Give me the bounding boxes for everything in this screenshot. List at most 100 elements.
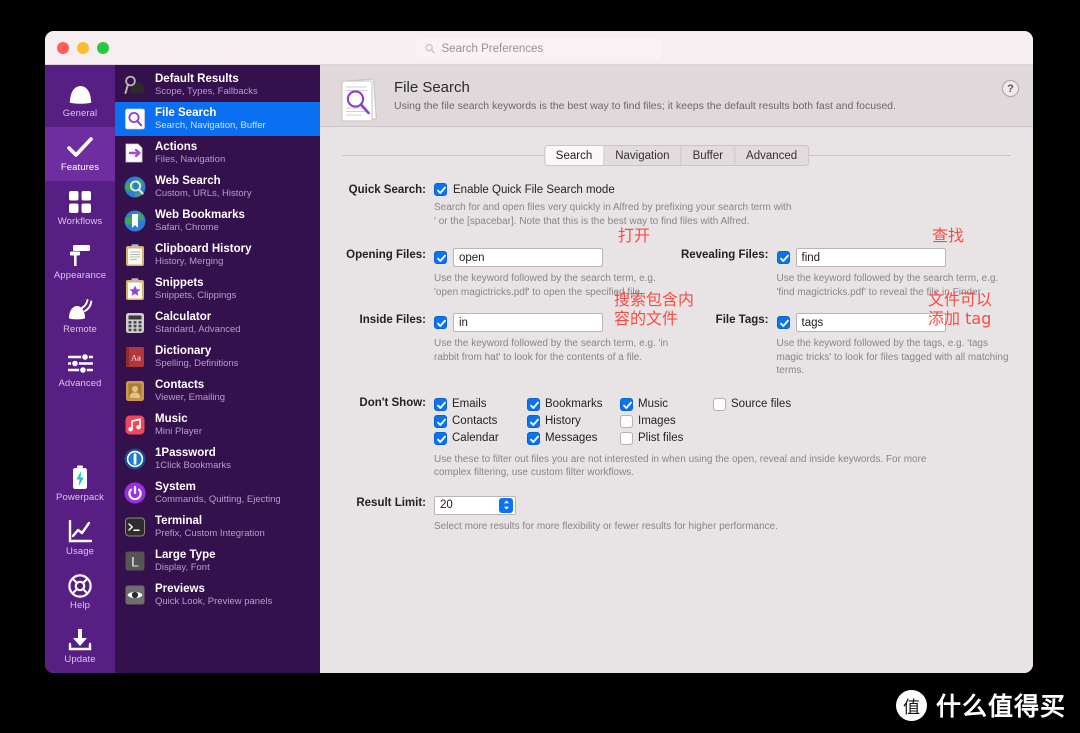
list-item-text: 1Password 1Click Bookmarks xyxy=(155,447,231,470)
list-item-subtitle: Mini Player xyxy=(155,425,202,437)
list-item-text: Large Type Display, Font xyxy=(155,549,216,572)
list-item-title: Calculator xyxy=(155,311,212,324)
preferences-search-field[interactable]: Search Preferences xyxy=(416,38,662,59)
screenshot-root: Search Preferences General Features Work… xyxy=(0,0,1080,733)
list-item-terminal[interactable]: Terminal Prefix, Custom Integration xyxy=(115,510,320,544)
dont-show-source-files-checkbox[interactable] xyxy=(713,397,726,411)
list-item-clipboard-history[interactable]: Clipboard History History, Merging xyxy=(115,238,320,272)
revealing-files-input[interactable]: find xyxy=(795,248,946,267)
lifebuoy-icon xyxy=(68,573,92,598)
stepper-arrows-icon[interactable] xyxy=(499,497,513,513)
list-item-system[interactable]: System Commands, Quitting, Ejecting xyxy=(115,476,320,510)
list-item-dictionary[interactable]: Aa Dictionary Spelling, Definitions xyxy=(115,340,320,374)
rail-item-usage[interactable]: Usage xyxy=(45,511,115,565)
list-item-title: Music xyxy=(155,413,188,426)
dont-show-messages-checkbox[interactable] xyxy=(527,431,540,445)
rail-label-usage: Usage xyxy=(66,546,94,557)
tab-search[interactable]: Search xyxy=(544,146,605,165)
dont-show-plist-files-label: Plist files xyxy=(638,432,684,444)
help-button[interactable]: ? xyxy=(1002,80,1019,97)
list-item-1password[interactable]: 1Password 1Click Bookmarks xyxy=(115,442,320,476)
tab-navigation[interactable]: Navigation xyxy=(604,146,682,165)
list-item-large-type[interactable]: L Large Type Display, Font xyxy=(115,544,320,578)
dont-show-images-checkbox[interactable] xyxy=(620,414,633,428)
tab-advanced[interactable]: Advanced xyxy=(735,146,808,165)
opening-files-checkline[interactable]: open xyxy=(434,248,677,267)
rail-item-workflows[interactable]: Workflows xyxy=(45,181,115,235)
close-button[interactable] xyxy=(57,42,69,54)
field-quick-search: Enable Quick File Search mode Search for… xyxy=(434,183,1011,228)
quick-search-checkbox[interactable] xyxy=(434,183,447,196)
rail-item-features[interactable]: Features xyxy=(45,127,115,181)
inside-files-input[interactable]: in xyxy=(453,313,603,332)
dont-show-calendar-label: Calendar xyxy=(452,432,499,444)
tab-buffer[interactable]: Buffer xyxy=(682,146,736,165)
list-item-calculator[interactable]: Calculator Standard, Advanced xyxy=(115,306,320,340)
rail-item-appearance[interactable]: Appearance xyxy=(45,235,115,289)
dont-show-contacts[interactable]: Contacts xyxy=(434,413,527,430)
dont-show-column-4: Source files xyxy=(713,396,791,447)
revealing-files-checkbox[interactable] xyxy=(776,251,790,264)
opening-files-input[interactable]: open xyxy=(453,248,603,267)
list-item-title: File Search xyxy=(155,107,217,120)
list-item-title: Snippets xyxy=(155,277,204,290)
rail-item-general[interactable]: General xyxy=(45,73,115,127)
contacts-icon xyxy=(123,379,147,403)
dont-show-history[interactable]: History xyxy=(527,413,620,430)
globe-bookmark-icon xyxy=(123,209,147,233)
feature-list[interactable]: Default Results Scope, Types, Fallbacks … xyxy=(115,65,320,673)
label-dont-show: Don't Show: xyxy=(359,396,426,409)
list-item-web-search[interactable]: Web Search Custom, URLs, History xyxy=(115,170,320,204)
list-item-snippets[interactable]: Snippets Snippets, Clippings xyxy=(115,272,320,306)
dont-show-column-1: Emails Contacts Calendar xyxy=(434,396,527,447)
rail-item-advanced[interactable]: Advanced xyxy=(45,343,115,397)
rail-item-help[interactable]: Help xyxy=(45,565,115,619)
file-tags-input[interactable]: tags xyxy=(795,313,946,332)
revealing-files-checkline[interactable]: find xyxy=(776,248,1012,267)
list-item-title: Contacts xyxy=(155,379,205,392)
zoom-button[interactable] xyxy=(97,42,109,54)
rail-item-powerpack[interactable]: Powerpack xyxy=(45,457,115,511)
list-item-subtitle: Commands, Quitting, Ejecting xyxy=(155,493,281,505)
dont-show-bookmarks[interactable]: Bookmarks xyxy=(527,396,620,413)
tab-group[interactable]: Search Navigation Buffer Advanced xyxy=(543,145,810,166)
list-item-subtitle: Safari, Chrome xyxy=(155,221,219,233)
minimize-button[interactable] xyxy=(77,42,89,54)
inside-files-checkbox[interactable] xyxy=(434,316,447,329)
file-tags-checkbox[interactable] xyxy=(776,316,790,329)
rail-item-update[interactable]: Update xyxy=(45,619,115,673)
dont-show-emails[interactable]: Emails xyxy=(434,396,527,413)
dont-show-music[interactable]: Music xyxy=(620,396,713,413)
opening-files-checkbox[interactable] xyxy=(434,251,447,264)
watermark: 值 什么值得买 xyxy=(895,687,1066,723)
list-item-file-search[interactable]: File Search Search, Navigation, Buffer xyxy=(115,102,320,136)
result-limit-stepper[interactable]: 20 xyxy=(434,495,516,515)
dont-show-history-checkbox[interactable] xyxy=(527,414,540,428)
list-item-actions[interactable]: Actions Files, Navigation xyxy=(115,136,320,170)
alfred-hat-icon xyxy=(67,81,94,106)
dont-show-calendar[interactable]: Calendar xyxy=(434,430,527,447)
dont-show-messages[interactable]: Messages xyxy=(527,430,620,447)
list-item-text: System Commands, Quitting, Ejecting xyxy=(155,481,281,504)
list-item-subtitle: Spelling, Definitions xyxy=(155,357,239,369)
dont-show-bookmarks-checkbox[interactable] xyxy=(527,397,540,411)
list-item-web-bookmarks[interactable]: Web Bookmarks Safari, Chrome xyxy=(115,204,320,238)
dont-show-emails-checkbox[interactable] xyxy=(434,397,447,411)
dont-show-plist-files-checkbox[interactable] xyxy=(620,431,633,445)
list-item-previews[interactable]: Previews Quick Look, Preview panels xyxy=(115,578,320,612)
list-item-contacts[interactable]: Contacts Viewer, Emailing xyxy=(115,374,320,408)
dont-show-calendar-checkbox[interactable] xyxy=(434,431,447,445)
rail-label-workflows: Workflows xyxy=(57,216,103,227)
dont-show-images[interactable]: Images xyxy=(620,413,713,430)
clipboard-icon xyxy=(123,243,147,267)
list-item-music[interactable]: Music Mini Player xyxy=(115,408,320,442)
quick-search-checkline[interactable]: Enable Quick File Search mode xyxy=(434,183,1011,196)
dont-show-music-checkbox[interactable] xyxy=(620,397,633,411)
dont-show-source-files[interactable]: Source files xyxy=(713,396,791,413)
list-item-default-results[interactable]: Default Results Scope, Types, Fallbacks xyxy=(115,68,320,102)
rail-item-remote[interactable]: Remote xyxy=(45,289,115,343)
dont-show-contacts-checkbox[interactable] xyxy=(434,414,447,428)
battery-bolt-icon xyxy=(71,465,89,490)
list-item-title: Previews xyxy=(155,583,205,596)
dont-show-plist-files[interactable]: Plist files xyxy=(620,430,713,447)
